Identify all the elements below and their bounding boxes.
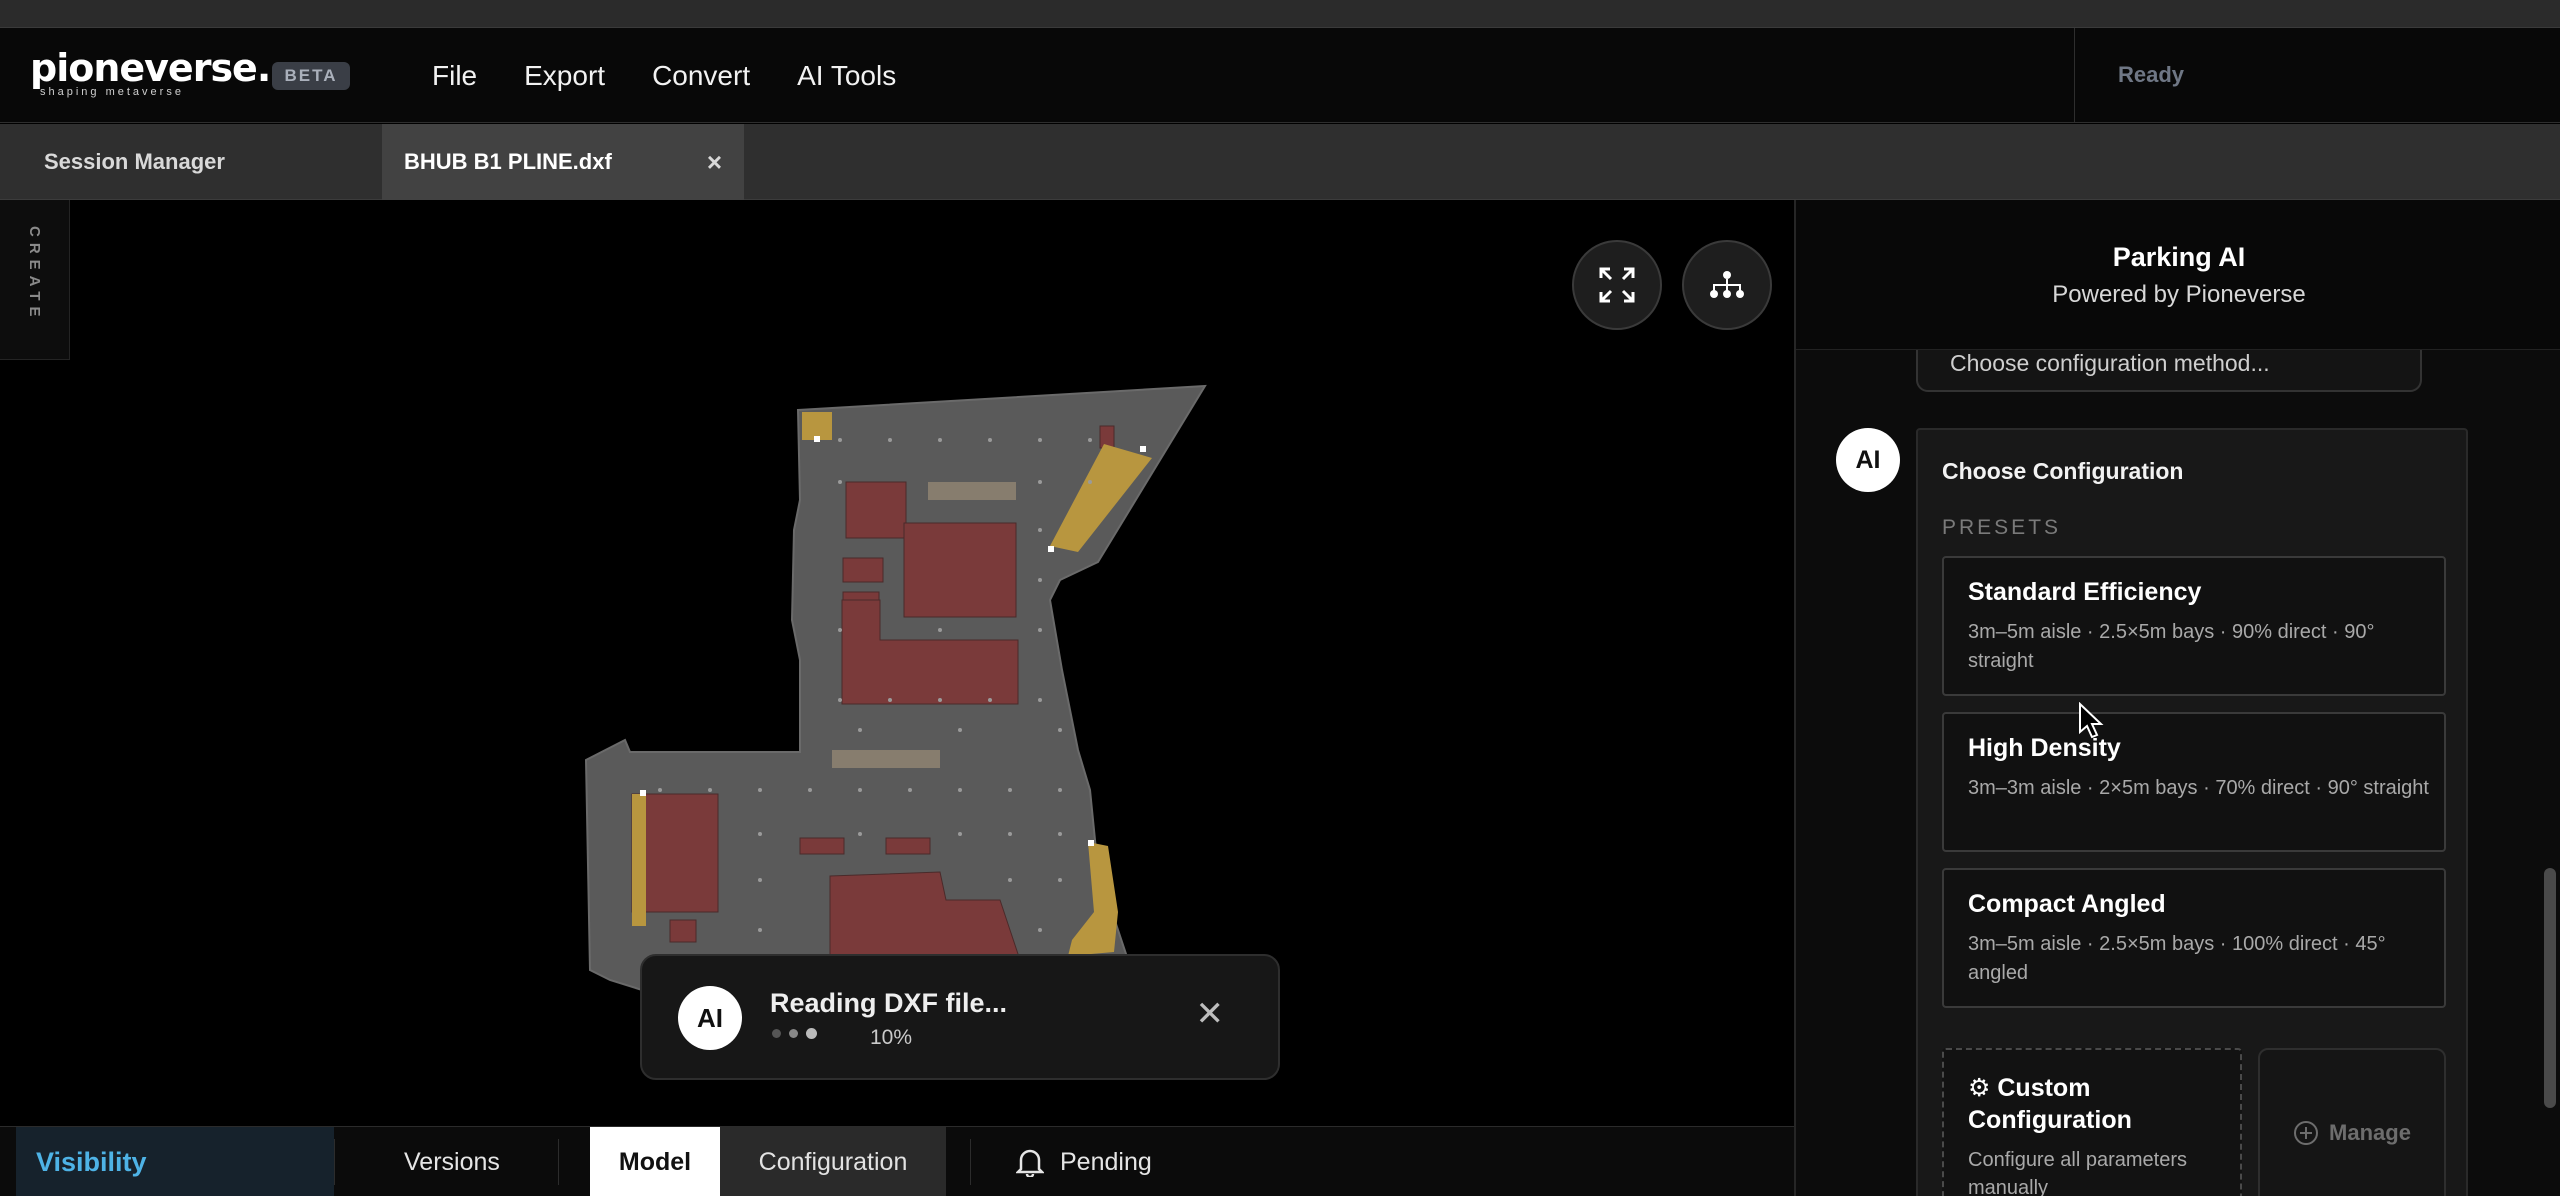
versions-button[interactable]: Versions: [404, 1127, 500, 1196]
progress-toast: AI Reading DXF file... 10% ✕: [640, 954, 1280, 1080]
custom-configuration-button[interactable]: ⚙ Custom Configuration Configure all par…: [1942, 1048, 2242, 1196]
hatched-zone: [832, 750, 940, 768]
ai-avatar: AI: [678, 986, 742, 1050]
menu-export[interactable]: Export: [524, 58, 605, 94]
header-divider: [2074, 28, 2075, 123]
presets-label: PRESETS: [1942, 516, 2062, 539]
status-text: Ready: [2118, 62, 2185, 87]
panel-scrollbar[interactable]: [2544, 868, 2556, 1108]
loading-dots-icon: [772, 1028, 817, 1039]
expand-icon: [1599, 267, 1635, 303]
previous-message-text: Choose configuration method...: [1950, 350, 2270, 376]
room: [903, 522, 1017, 618]
bell-icon: [1016, 1149, 1044, 1177]
divider: [970, 1139, 971, 1185]
preset-standard-efficiency[interactable]: Standard Efficiency 3m–5m aisle · 2.5×5m…: [1942, 556, 2446, 696]
tab-close-icon[interactable]: ×: [707, 149, 722, 175]
tab-configuration[interactable]: Configuration: [720, 1127, 946, 1196]
custom-title: ⚙ Custom Configuration: [1968, 1072, 2240, 1136]
preset-high-density[interactable]: High Density 3m–3m aisle · 2×5m bays · 7…: [1942, 712, 2446, 852]
preset-name: Standard Efficiency: [1968, 578, 2202, 606]
panel-header: Parking AI Powered by Pioneverse: [1796, 200, 2560, 350]
config-title: Choose Configuration: [1942, 458, 2184, 484]
tab-bar: Session Manager BHUB B1 PLINE.dxf ×: [0, 124, 2560, 200]
custom-description: Configure all parameters manually: [1968, 1149, 2187, 1196]
panel-subtitle: Powered by Pioneverse: [2052, 281, 2306, 308]
divider: [558, 1139, 559, 1185]
toast-close-icon[interactable]: ✕: [1196, 997, 1225, 1031]
bottom-toolbar: Visibility Versions Model Configuration …: [0, 1126, 1794, 1196]
tab-file-label: BHUB B1 PLINE.dxf: [404, 149, 612, 174]
hierarchy-icon: [1710, 271, 1744, 298]
room: [885, 837, 931, 855]
hatched-zone: [928, 482, 1016, 500]
logo-wordmark: pioneverse.: [30, 46, 271, 90]
manage-label: Manage: [2329, 1120, 2411, 1145]
menu-file[interactable]: File: [432, 58, 477, 94]
menu-ai-tools[interactable]: AI Tools: [797, 58, 896, 94]
room: [799, 837, 845, 855]
toast-title: Reading DXF file...: [770, 988, 1008, 1018]
pending-label: Pending: [1060, 1147, 1152, 1176]
main-menu: File Export Convert AI Tools: [432, 58, 943, 94]
manage-button[interactable]: Manage: [2258, 1048, 2446, 1196]
beta-badge: BETA: [272, 62, 350, 90]
preset-description: 3m–5m aisle · 2.5×5m bays · 90% direct ·…: [1968, 621, 2375, 672]
panel-title: Parking AI: [2112, 242, 2246, 272]
tab-model[interactable]: Model: [590, 1127, 720, 1196]
room: [842, 557, 884, 583]
window-top-strip: [0, 0, 2560, 28]
pending-button[interactable]: Pending: [1016, 1127, 1152, 1196]
divider: [334, 1139, 335, 1185]
room: [1099, 425, 1115, 449]
fullscreen-button[interactable]: [1572, 240, 1662, 330]
parking-ai-panel: Choose configuration method... AI Choose…: [1794, 200, 2560, 1196]
preset-description: 3m–5m aisle · 2.5×5m bays · 100% direct …: [1968, 933, 2386, 984]
menu-convert[interactable]: Convert: [652, 58, 750, 94]
gear-icon: ⚙: [1968, 1074, 1991, 1102]
custom-name: Custom Configuration: [1968, 1074, 2132, 1134]
logo[interactable]: pioneverse. shaping metaverse: [30, 46, 271, 98]
preset-description: 3m–3m aisle · 2×5m bays · 70% direct · 9…: [1968, 777, 2429, 799]
room: [669, 919, 697, 943]
tab-session-manager[interactable]: Session Manager: [0, 124, 380, 200]
ramp: [802, 412, 832, 440]
tab-dxf-file[interactable]: BHUB B1 PLINE.dxf ×: [382, 124, 744, 200]
preset-compact-angled[interactable]: Compact Angled 3m–5m aisle · 2.5×5m bays…: [1942, 868, 2446, 1008]
room: [845, 481, 907, 539]
ramp: [632, 794, 646, 926]
configuration-card: Choose Configuration PRESETS Standard Ef…: [1916, 428, 2468, 1196]
visibility-button[interactable]: Visibility: [16, 1127, 334, 1196]
chat-body[interactable]: Choose configuration method... AI Choose…: [1796, 320, 2560, 1196]
preset-name: Compact Angled: [1968, 890, 2166, 918]
mouse-cursor-icon: [2079, 702, 2104, 739]
app-header: pioneverse. shaping metaverse BETA File …: [0, 28, 2560, 123]
hierarchy-button[interactable]: [1682, 240, 1772, 330]
plus-circle-icon: [2294, 1121, 2319, 1145]
ai-avatar: AI: [1836, 428, 1900, 492]
progress-percent: 10%: [870, 1026, 913, 1049]
